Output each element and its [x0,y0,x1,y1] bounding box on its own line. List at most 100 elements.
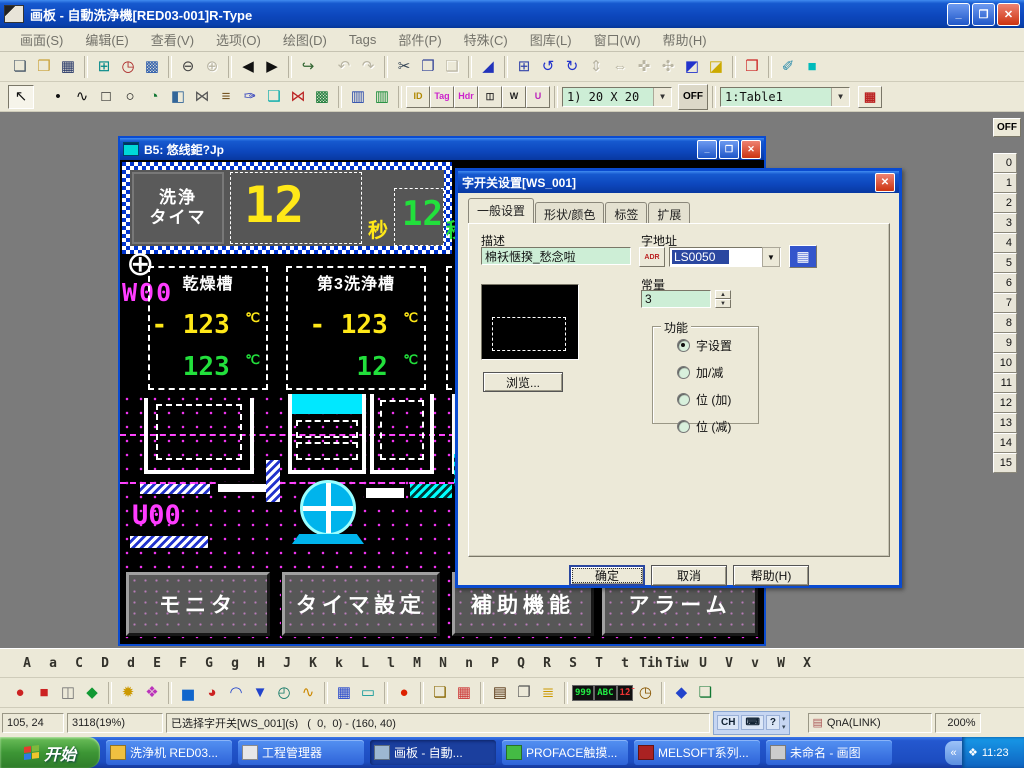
pump[interactable] [300,480,356,536]
meter-icon[interactable]: ◴ [272,681,296,705]
tag-letter-button[interactable]: Tih [638,656,664,671]
tank-shape-1[interactable] [144,398,254,474]
selector-switch-icon[interactable]: ◆ [80,681,104,705]
palette-state-cell[interactable]: 2 [993,193,1017,213]
palette-state-cell[interactable]: 5 [993,253,1017,273]
palette-state-cell[interactable]: 3 [993,213,1017,233]
order-icon[interactable]: ❒ [740,55,764,79]
screen-close-button[interactable]: ✕ [741,140,761,159]
tag-letter-button[interactable]: v [742,656,768,671]
display-part-icon[interactable]: ▭ [356,681,380,705]
grid-size-select[interactable]: 1) 20 X 20 ▼ [562,87,672,107]
redo-icon[interactable]: ↷ [356,55,380,79]
palette-off-button[interactable]: OFF [993,118,1021,137]
tag-letter-button[interactable]: J [274,656,300,671]
fill-tool-icon[interactable]: ◧ [166,85,190,109]
timer-set-value[interactable]: 12 [244,176,304,234]
dialog-tab[interactable]: 形状/颜色 [535,202,604,223]
group-icon[interactable]: ◩ [680,55,704,79]
numeric-display-icon[interactable]: 999 [572,685,594,701]
keypad-icon[interactable]: ▦ [332,681,356,705]
exit-icon[interactable]: ↪ [296,55,320,79]
tank-act-temp[interactable]: 12 [356,352,387,382]
tag-letter-button[interactable]: Tiw [664,656,690,671]
menu-screen[interactable]: 画面(S) [10,28,73,51]
tag-letter-button[interactable]: H [248,656,274,671]
timer-label[interactable]: 洗浄 タイマ [132,172,224,244]
keypad-button[interactable]: ▦ [789,245,817,268]
tag-letter-button[interactable]: P [482,656,508,671]
open-icon[interactable]: ❒ [32,55,56,79]
tag-letter-button[interactable]: M [404,656,430,671]
new-icon[interactable]: ❏ [8,55,32,79]
enlarge-icon[interactable]: ✣ [656,55,680,79]
alarm-clock-icon[interactable]: ◷ [116,55,140,79]
circle-tool-icon[interactable]: ○ [118,85,142,109]
rotate-right-icon[interactable]: ↻ [560,55,584,79]
memo-icon[interactable]: ❐ [512,681,536,705]
id-toggle[interactable]: ID [406,86,430,108]
address-combo-arrow-icon[interactable]: ▼ [762,247,780,267]
menu-tags[interactable]: Tags [339,30,386,49]
tank-set-temp[interactable]: - 123 [309,310,387,340]
function-radio-option[interactable]: 字设置 [677,337,770,354]
u00-label[interactable]: U00 [132,500,181,531]
tank-shape-2[interactable] [288,394,366,474]
description-input[interactable]: 棉袄惬揆_愁念啦 [481,247,631,265]
duplicate-icon[interactable]: ⊞ [512,55,536,79]
timer-setting-button[interactable]: タイマ設定 [282,572,440,636]
text-display-icon[interactable]: ABC [594,685,616,701]
tag-letter-button[interactable]: G [196,656,222,671]
zoom-out-icon[interactable]: ⊖ [176,55,200,79]
task-project-manager[interactable]: 工程管理器 [238,740,364,765]
task-folder[interactable]: 洗浄机 RED03... [106,740,232,765]
shape-parts-icon[interactable]: ◆ [669,681,693,705]
tank-panel-wash3[interactable]: 第3洗浄槽 - 123 ℃ 12 ℃ [286,266,426,390]
snap-off-button[interactable]: OFF [678,84,708,110]
image-icon[interactable]: ▩ [310,85,334,109]
preview-icon[interactable]: ▩ [140,55,164,79]
menu-option[interactable]: 选项(O) [206,28,271,51]
menu-special[interactable]: 特殊(C) [454,28,518,51]
square-switch-icon[interactable]: ■ [32,681,56,705]
tag-letter-button[interactable]: k [326,656,352,671]
tag-toggle[interactable]: Tag [430,86,454,108]
palette-state-cell[interactable]: 1 [993,173,1017,193]
tag-letter-button[interactable]: d [118,656,144,671]
minimize-button[interactable]: _ [947,3,970,26]
rotate-left-icon[interactable]: ↺ [536,55,560,79]
language-help-icon[interactable]: ? [766,715,780,730]
tank-act-temp[interactable]: 123 [183,352,230,382]
w-toggle[interactable]: W [502,86,526,108]
tag-letter-button[interactable]: S [560,656,586,671]
menu-draw[interactable]: 绘图(D) [273,28,337,51]
tag-letter-button[interactable]: K [300,656,326,671]
language-indicator[interactable]: CH [717,715,739,730]
palette-state-cell[interactable]: 11 [993,373,1017,393]
save-icon[interactable]: ▦ [56,55,80,79]
alarm-part-icon[interactable]: ● [392,681,416,705]
select-tool-icon[interactable]: ↖ [8,85,34,109]
address-lookup-button[interactable]: ADR [639,247,665,267]
function-radio-option[interactable]: 位 (减) [677,418,770,435]
tank-graph-icon[interactable]: ▼ [248,681,272,705]
toggle-switch-icon[interactable]: ◫ [56,681,80,705]
task-drawing-board[interactable]: 画板 - 自動... [370,740,496,765]
menu-parts[interactable]: 部件(P) [388,28,451,51]
palette-state-cell[interactable]: 12 [993,393,1017,413]
fill-color-icon[interactable]: ■ [800,55,824,79]
tag-letter-button[interactable]: g [222,656,248,671]
function-radio-option[interactable]: 位 (加) [677,391,770,408]
arc-tool-icon[interactable]: ◔ [142,85,166,109]
grid-select-arrow-icon[interactable]: ▼ [653,88,671,106]
tag-letter-button[interactable]: W [768,656,794,671]
start-button[interactable]: 开始 [0,737,100,768]
palette-state-cell[interactable]: 8 [993,313,1017,333]
palette-state-cell[interactable]: 9 [993,333,1017,353]
date-display-icon[interactable]: 1̄2̄ [617,685,634,701]
pen-icon[interactable]: ✐ [776,55,800,79]
dialog-tab[interactable]: 标签 [605,202,647,223]
next-screen-icon[interactable]: ▶ [260,55,284,79]
tag-letter-button[interactable]: R [534,656,560,671]
new-screen-icon[interactable]: ⊞ [92,55,116,79]
